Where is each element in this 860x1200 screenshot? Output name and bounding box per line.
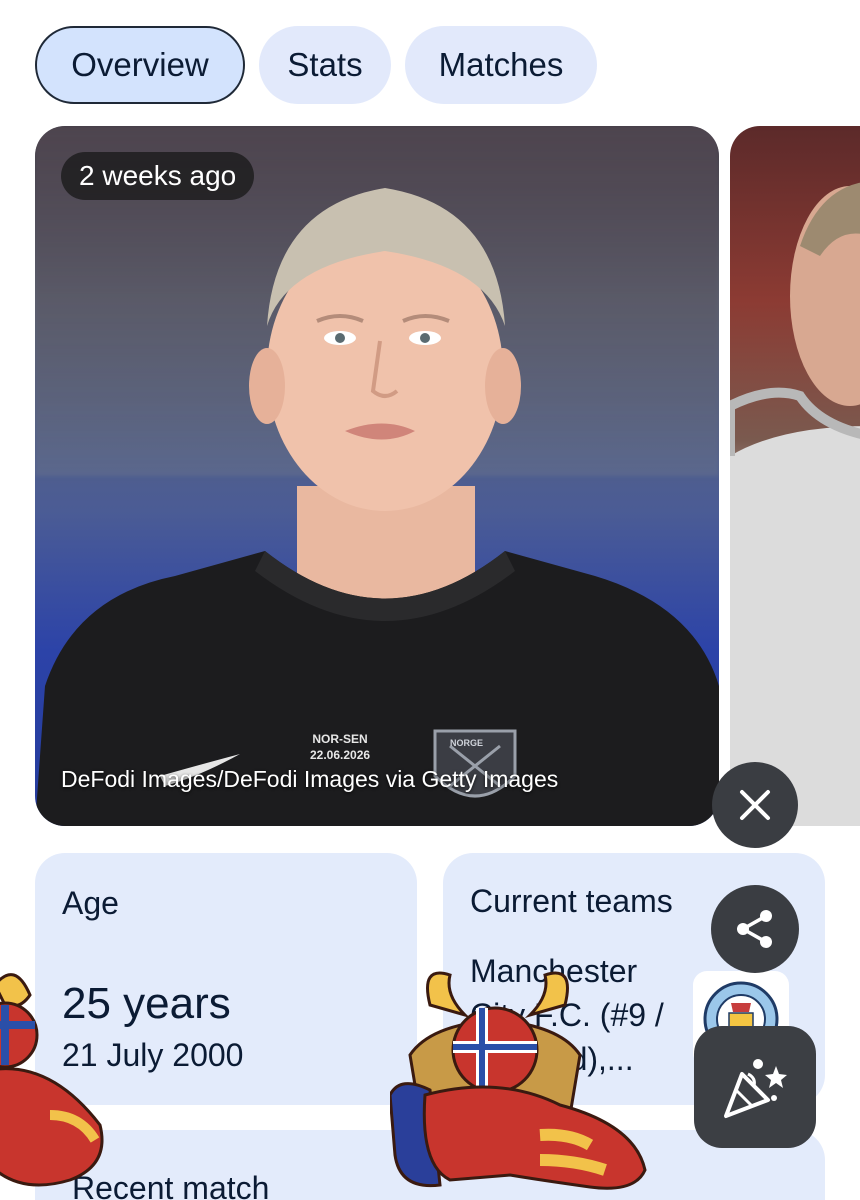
close-button[interactable] [712,762,798,848]
party-popper-icon [724,1059,787,1118]
jersey-text: NOR-SEN 22.06.2026 [310,731,370,763]
teams-title: Current teams [470,883,673,919]
share-button[interactable] [711,885,799,973]
jersey-date: 22.06.2026 [310,748,371,762]
celebrate-button[interactable] [694,1026,816,1148]
viking-sticker-center [390,971,647,1190]
player-photo[interactable]: NOR-SEN 22.06.2026 NORGE 2 weeks ago DeF… [35,126,719,826]
crest-text: NORGE [450,738,484,748]
tab-bar: Overview Stats Matches [35,26,597,104]
next-photo[interactable] [730,126,860,826]
photo-credit: DeFodi Images/DeFodi Images via Getty Im… [61,766,559,792]
tab-stats[interactable]: Stats [259,26,391,104]
share-icon [737,910,772,948]
jersey-match: NOR-SEN [312,732,368,746]
time-badge: 2 weeks ago [61,152,255,200]
close-icon [740,790,770,820]
viking-sticker-left [0,973,104,1187]
tab-overview[interactable]: Overview [35,26,245,104]
tab-matches[interactable]: Matches [405,26,597,104]
player-illustration [35,188,719,826]
age-title: Age [62,885,119,921]
next-photo-illustration [730,182,860,826]
